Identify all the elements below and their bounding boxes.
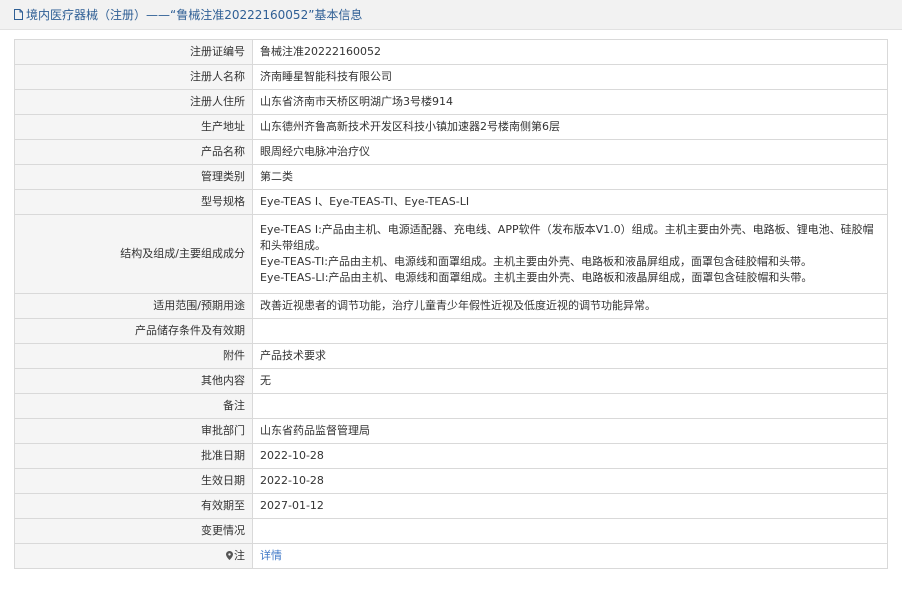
row-management-class: 管理类别 第二类 [14,164,888,190]
row-label: 备注 [14,393,253,419]
row-approval-date: 批准日期 2022-10-28 [14,443,888,469]
composition-line: Eye-TEAS-TⅠ:产品由主机、电源线和面罩组成。主机主要由外壳、电路板和液… [260,255,812,268]
row-valid-until: 有效期至 2027-01-12 [14,493,888,519]
row-label: 有效期至 [14,493,253,519]
row-label: 注 [14,543,253,569]
row-label: 审批部门 [14,418,253,444]
row-other-content: 其他内容 无 [14,368,888,394]
composition-line: Eye-TEAS-LⅠ:产品由主机、电源线和面罩组成。主机主要由外壳、电路板和液… [260,271,813,284]
row-label: 注册人住所 [14,89,253,115]
row-attachment: 附件 产品技术要求 [14,343,888,369]
row-label: 变更情况 [14,518,253,544]
row-change-history: 变更情况 [14,518,888,544]
row-label: 产品名称 [14,139,253,165]
row-registrant-name: 注册人名称 济南睡星智能科技有限公司 [14,64,888,90]
row-value [252,318,888,344]
row-value: 2027-01-12 [252,493,888,519]
row-value: 眼周经穴电脉冲治疗仪 [252,139,888,165]
row-value: 山东省济南市天桥区明湖广场3号楼914 [252,89,888,115]
row-label: 生效日期 [14,468,253,494]
row-label: 其他内容 [14,368,253,394]
detail-table: 注册证编号 鲁械注准20222160052 注册人名称 济南睡星智能科技有限公司… [14,39,888,569]
row-value: 2022-10-28 [252,443,888,469]
row-label: 管理类别 [14,164,253,190]
row-label: 适用范围/预期用途 [14,293,253,319]
details-link[interactable]: 详情 [260,549,282,562]
document-icon [14,9,23,20]
location-pin-icon [226,551,233,560]
row-note: 注 详情 [14,543,888,569]
row-label: 生产地址 [14,114,253,140]
row-registration-number: 注册证编号 鲁械注准20222160052 [14,39,888,65]
row-label: 型号规格 [14,189,253,215]
page-header: 境内医疗器械（注册）——“鲁械注准20222160052”基本信息 [0,0,902,30]
row-production-address: 生产地址 山东德州齐鲁高新技术开发区科技小镇加速器2号楼南侧第6层 [14,114,888,140]
row-model-spec: 型号规格 Eye-TEAS Ⅰ、Eye-TEAS-TⅠ、Eye-TEAS-LⅠ [14,189,888,215]
row-value: 改善近视患者的调节功能，治疗儿童青少年假性近视及低度近视的调节功能异常。 [252,293,888,319]
row-label: 产品储存条件及有效期 [14,318,253,344]
row-storage-conditions: 产品储存条件及有效期 [14,318,888,344]
row-effective-date: 生效日期 2022-10-28 [14,468,888,494]
row-value [252,393,888,419]
row-label: 附件 [14,343,253,369]
row-label: 批准日期 [14,443,253,469]
note-label: 注 [234,549,245,562]
row-value: 鲁械注准20222160052 [252,39,888,65]
row-value: 第二类 [252,164,888,190]
row-value [252,518,888,544]
row-value: 山东德州齐鲁高新技术开发区科技小镇加速器2号楼南侧第6层 [252,114,888,140]
composition-line: Eye-TEAS Ⅰ:产品由主机、电源适配器、充电线、APP软件（发布版本V1.… [260,223,874,252]
row-product-name: 产品名称 眼周经穴电脉冲治疗仪 [14,139,888,165]
page-title: 境内医疗器械（注册）——“鲁械注准20222160052”基本信息 [26,8,363,22]
row-intended-use: 适用范围/预期用途 改善近视患者的调节功能，治疗儿童青少年假性近视及低度近视的调… [14,293,888,319]
row-registrant-address: 注册人住所 山东省济南市天桥区明湖广场3号楼914 [14,89,888,115]
row-value: 无 [252,368,888,394]
row-structure-composition: 结构及组成/主要组成成分 Eye-TEAS Ⅰ:产品由主机、电源适配器、充电线、… [14,214,888,294]
row-value: 详情 [252,543,888,569]
row-value: Eye-TEAS Ⅰ:产品由主机、电源适配器、充电线、APP软件（发布版本V1.… [252,214,888,294]
row-value: 产品技术要求 [252,343,888,369]
row-value: 山东省药品监督管理局 [252,418,888,444]
row-label: 注册人名称 [14,64,253,90]
row-remarks: 备注 [14,393,888,419]
row-label: 注册证编号 [14,39,253,65]
row-label: 结构及组成/主要组成成分 [14,214,253,294]
row-value: 济南睡星智能科技有限公司 [252,64,888,90]
row-value: 2022-10-28 [252,468,888,494]
row-value: Eye-TEAS Ⅰ、Eye-TEAS-TⅠ、Eye-TEAS-LⅠ [252,189,888,215]
row-approval-department: 审批部门 山东省药品监督管理局 [14,418,888,444]
